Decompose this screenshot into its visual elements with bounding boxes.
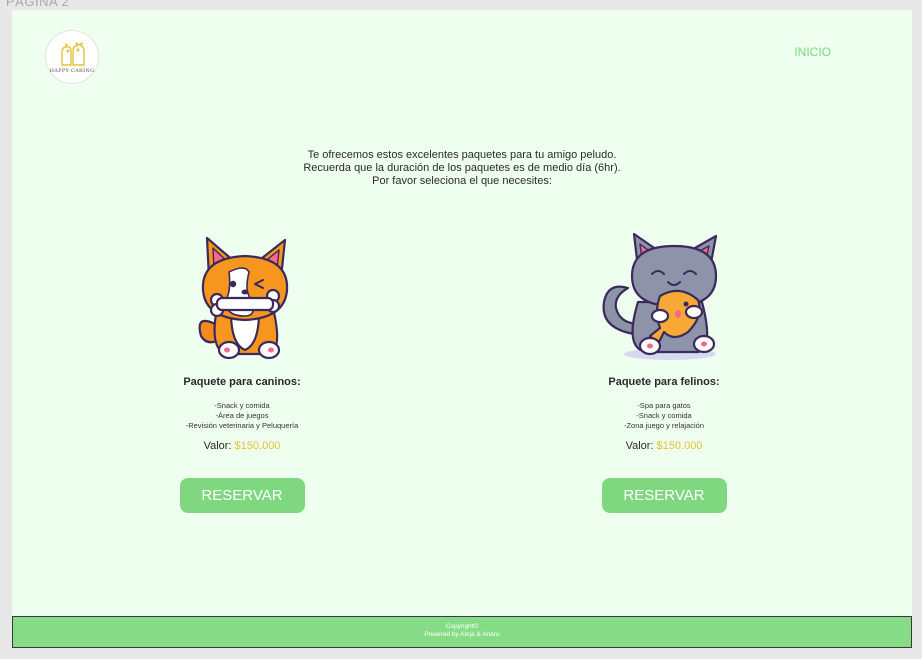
dog-illustration	[198, 236, 289, 360]
pet-logo-icon	[61, 41, 85, 66]
package-items: -Snack y comida -Área de juegos -Revisió…	[112, 401, 372, 431]
intro-text: Te ofrecemos estos excelentes paquetes p…	[12, 149, 912, 188]
frame-label: PÁGINA 2	[6, 0, 70, 9]
logo[interactable]: HAPPY CARING	[45, 30, 99, 84]
footer: Copyright© Powered by Aleja & Anaru	[12, 616, 912, 648]
package-item: -Spa para gatos	[637, 401, 691, 410]
page-canvas: HAPPY CARING INICIO Te ofrecemos estos e…	[12, 10, 912, 616]
footer-copyright: Copyright©	[445, 623, 479, 630]
price-amount: $150.000	[234, 440, 281, 452]
intro-line: Te ofrecemos estos excelentes paquetes p…	[307, 149, 617, 161]
package-title: Paquete para caninos:	[183, 376, 301, 388]
package-card-cats: Paquete para felinos: -Spa para gatos -S…	[534, 232, 794, 513]
cat-illustration	[602, 232, 718, 360]
package-item: -Snack y comida	[214, 401, 270, 410]
package-title: Paquete para felinos:	[608, 376, 720, 388]
reserve-button-dogs[interactable]: RESERVAR	[179, 478, 305, 513]
package-item: -Zona juego y relajación	[623, 421, 705, 430]
price-label: Valor:	[203, 440, 232, 452]
footer-credits: Powered by Aleja & Anaru	[424, 631, 500, 638]
logo-text: HAPPY CARING	[49, 67, 95, 74]
intro-line: Recuerda que la duración de los paquetes…	[303, 162, 621, 174]
reserve-button-cats[interactable]: RESERVAR	[601, 478, 727, 513]
package-items: -Spa para gatos -Snack y comida -Zona ju…	[534, 401, 794, 431]
intro-line: Por favor seleciona el que necesites:	[372, 175, 552, 187]
package-item: -Revisión veterinaria y Peluquería	[185, 421, 299, 430]
package-price: Valor: $150.000	[112, 440, 372, 452]
package-card-dogs: Paquete para caninos: -Snack y comida -Á…	[112, 232, 372, 513]
package-price: Valor: $150.000	[534, 440, 794, 452]
price-amount: $150.000	[656, 440, 703, 452]
nav-home-link[interactable]: INICIO	[794, 45, 831, 59]
package-item: -Área de juegos	[215, 411, 269, 420]
package-item: -Snack y comida	[636, 411, 692, 420]
price-label: Valor:	[625, 440, 654, 452]
